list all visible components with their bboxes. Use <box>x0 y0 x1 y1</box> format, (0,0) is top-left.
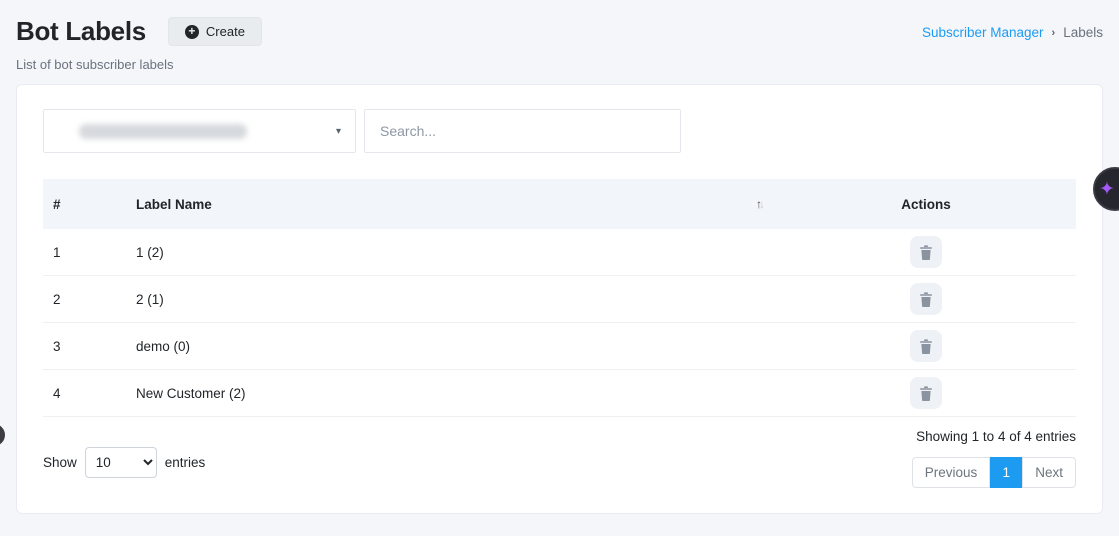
labels-table: # Label Name ↑↓ Actions 1 1 (2) 2 2 (1) <box>43 179 1076 417</box>
delete-label-button[interactable] <box>910 236 942 268</box>
search-input[interactable] <box>364 109 681 153</box>
delete-label-button[interactable] <box>910 330 942 362</box>
page-title: Bot Labels <box>16 16 146 47</box>
showing-entries-summary: Showing 1 to 4 of 4 entries <box>916 429 1076 444</box>
trash-icon <box>919 386 933 401</box>
trash-icon <box>919 339 933 354</box>
bot-select-dropdown[interactable]: ▾ <box>43 109 356 153</box>
sparkle-icon: ✦ <box>1099 178 1115 201</box>
page-size-group: Show 10 entries <box>43 437 205 488</box>
delete-label-button[interactable] <box>910 377 942 409</box>
table-row: 3 demo (0) <box>43 323 1076 370</box>
redacted-selected-value <box>79 124 247 139</box>
column-header-label-text: Label Name <box>136 197 212 212</box>
row-label: New Customer (2) <box>136 386 246 401</box>
breadcrumb-current: Labels <box>1063 25 1103 40</box>
table-body: 1 1 (2) 2 2 (1) 3 <box>43 229 1076 417</box>
row-index: 4 <box>43 386 136 401</box>
page-size-select[interactable]: 10 <box>85 447 157 478</box>
page-1-button[interactable]: 1 <box>990 457 1022 488</box>
row-label: 2 (1) <box>136 292 164 307</box>
row-index: 2 <box>43 292 136 307</box>
card-footer: Show 10 entries Showing 1 to 4 of 4 entr… <box>43 429 1076 488</box>
plus-circle-icon: + <box>185 25 199 39</box>
row-index: 3 <box>43 339 136 354</box>
page-subtitle: List of bot subscriber labels <box>16 57 262 72</box>
table-row: 4 New Customer (2) <box>43 370 1076 417</box>
row-label: demo (0) <box>136 339 190 354</box>
table-header-row: # Label Name ↑↓ Actions <box>43 179 1076 229</box>
previous-page-button[interactable]: Previous <box>912 457 991 488</box>
entries-label: entries <box>165 455 206 470</box>
topbar: Bot Labels + Create List of bot subscrib… <box>16 0 1103 72</box>
column-header-label[interactable]: Label Name ↑↓ <box>136 197 776 212</box>
row-label: 1 (2) <box>136 245 164 260</box>
column-header-index: # <box>43 197 136 212</box>
breadcrumb-link-subscriber-manager[interactable]: Subscriber Manager <box>922 25 1044 40</box>
breadcrumb-separator-icon: › <box>1052 27 1056 39</box>
create-button-label: Create <box>206 24 245 39</box>
delete-label-button[interactable] <box>910 283 942 315</box>
filters-row: ▾ <box>43 109 1076 153</box>
show-label: Show <box>43 455 77 470</box>
chevron-down-icon: ▾ <box>336 126 341 137</box>
create-button[interactable]: + Create <box>168 17 262 46</box>
table-row: 2 2 (1) <box>43 276 1076 323</box>
left-edge-fab-button[interactable] <box>0 424 5 446</box>
row-index: 1 <box>43 245 136 260</box>
trash-icon <box>919 292 933 307</box>
labels-card: ▾ # Label Name ↑↓ Actions 1 1 (2) <box>16 84 1103 514</box>
table-row: 1 1 (2) <box>43 229 1076 276</box>
trash-icon <box>919 245 933 260</box>
pagination: Previous 1 Next <box>912 457 1076 488</box>
sort-icon[interactable]: ↑↓ <box>756 197 762 211</box>
sort-down-icon: ↓ <box>759 197 762 211</box>
next-page-button[interactable]: Next <box>1022 457 1076 488</box>
breadcrumb: Subscriber Manager › Labels <box>922 25 1103 40</box>
column-header-actions: Actions <box>776 197 1076 212</box>
bot-labels-page: Bot Labels + Create List of bot subscrib… <box>0 0 1119 536</box>
